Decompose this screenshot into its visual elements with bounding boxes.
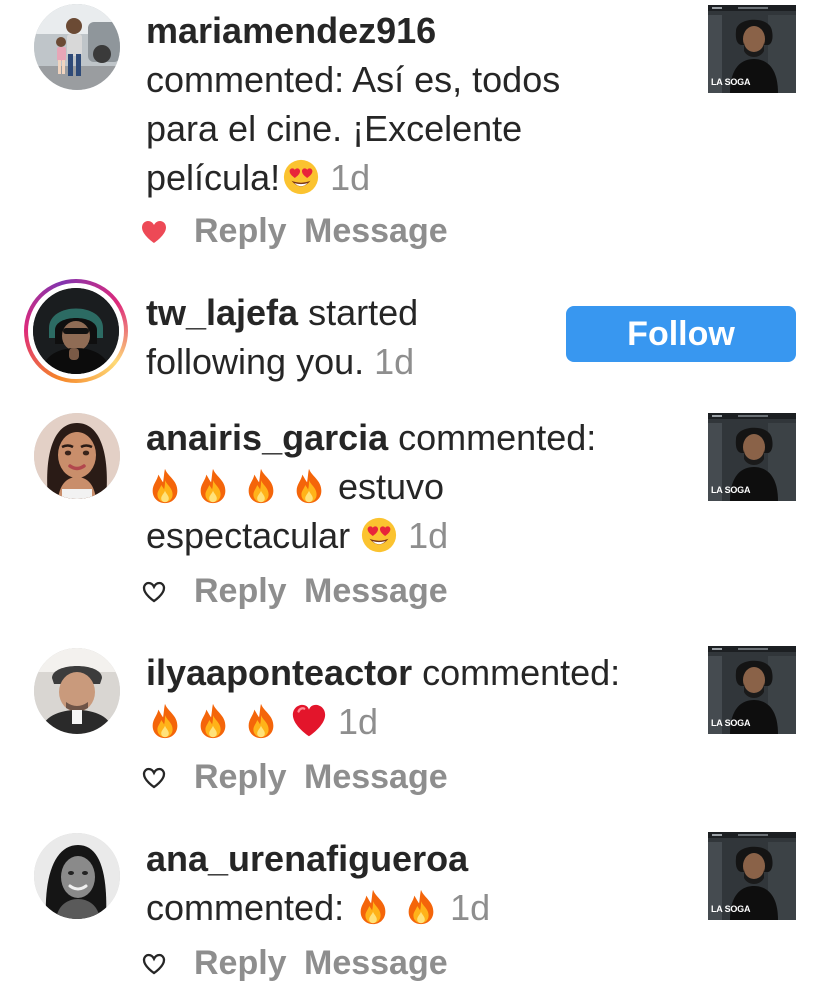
heart-outline-icon[interactable] xyxy=(141,952,167,976)
follow-text: following you. xyxy=(146,341,365,382)
heart-outline-icon[interactable] xyxy=(141,580,167,604)
reply-button[interactable]: Reply xyxy=(194,572,287,611)
message-button[interactable]: Message xyxy=(304,572,448,611)
message-button[interactable]: Message xyxy=(304,212,448,251)
fire-emoji xyxy=(194,467,232,505)
thumbnail-title: LA SOGA xyxy=(711,718,751,728)
post-thumbnail[interactable]: LA SOGA xyxy=(708,5,796,93)
reply-button[interactable]: Reply xyxy=(194,758,287,797)
post-thumbnail[interactable]: LA SOGA xyxy=(708,646,796,734)
avatar[interactable] xyxy=(34,413,120,499)
thumbnail-title: LA SOGA xyxy=(711,77,751,87)
fire-emoji xyxy=(354,888,392,926)
username[interactable]: ilyaaponteactor xyxy=(146,652,412,693)
notification-text: ana_urenafigueroa commented: 1d xyxy=(146,834,666,932)
fire-emoji xyxy=(146,702,184,740)
reply-button[interactable]: Reply xyxy=(194,212,287,251)
comment-text: commented: xyxy=(412,652,621,693)
comment-text: para el cine. ¡Excelente xyxy=(146,108,523,149)
story-ring[interactable] xyxy=(24,279,128,383)
fire-emoji xyxy=(402,888,440,926)
username[interactable]: ana_urenafigueroa xyxy=(146,838,468,879)
avatar xyxy=(33,288,119,374)
comment-text: película! xyxy=(146,157,281,198)
fire-emoji xyxy=(290,467,328,505)
fire-emoji xyxy=(146,467,184,505)
avatar[interactable] xyxy=(34,4,120,90)
notification-text: anairis_garcia commented: estuvo especta… xyxy=(146,413,666,560)
notification-text: ilyaaponteactor commented: 1d xyxy=(146,648,666,746)
post-thumbnail[interactable]: LA SOGA xyxy=(708,413,796,501)
comment-text: commented: xyxy=(146,887,345,928)
timestamp: 1d xyxy=(408,515,449,556)
comment-text: commented: xyxy=(388,417,597,458)
fire-emoji xyxy=(242,467,280,505)
username[interactable]: anairis_garcia xyxy=(146,417,388,458)
message-button[interactable]: Message xyxy=(304,944,448,983)
avatar[interactable] xyxy=(34,648,120,734)
fire-emoji xyxy=(242,702,280,740)
comment-text: commented: Así es, todos xyxy=(146,59,561,100)
thumbnail-title: LA SOGA xyxy=(711,485,751,495)
fire-emoji xyxy=(194,702,232,740)
notification-text: mariamendez916 commented: Así es, todos … xyxy=(146,6,666,202)
heart-eyes-emoji xyxy=(360,516,398,554)
heart-outline-icon[interactable] xyxy=(141,766,167,790)
follow-text: started xyxy=(298,292,419,333)
username[interactable]: mariamendez916 xyxy=(146,10,436,51)
avatar[interactable] xyxy=(34,833,120,919)
red-heart-emoji xyxy=(290,702,328,740)
timestamp: 1d xyxy=(374,341,415,382)
heart-eyes-emoji xyxy=(282,158,320,196)
follow-button[interactable]: Follow xyxy=(566,306,796,362)
reply-button[interactable]: Reply xyxy=(194,944,287,983)
timestamp: 1d xyxy=(330,157,371,198)
heart-filled-icon[interactable] xyxy=(141,220,167,244)
post-thumbnail[interactable]: LA SOGA xyxy=(708,832,796,920)
timestamp: 1d xyxy=(450,887,491,928)
comment-text: estuvo xyxy=(338,466,445,507)
thumbnail-title: LA SOGA xyxy=(711,904,751,914)
message-button[interactable]: Message xyxy=(304,758,448,797)
comment-text: espectacular xyxy=(146,515,351,556)
timestamp: 1d xyxy=(338,701,379,742)
username[interactable]: tw_lajefa xyxy=(146,292,298,333)
